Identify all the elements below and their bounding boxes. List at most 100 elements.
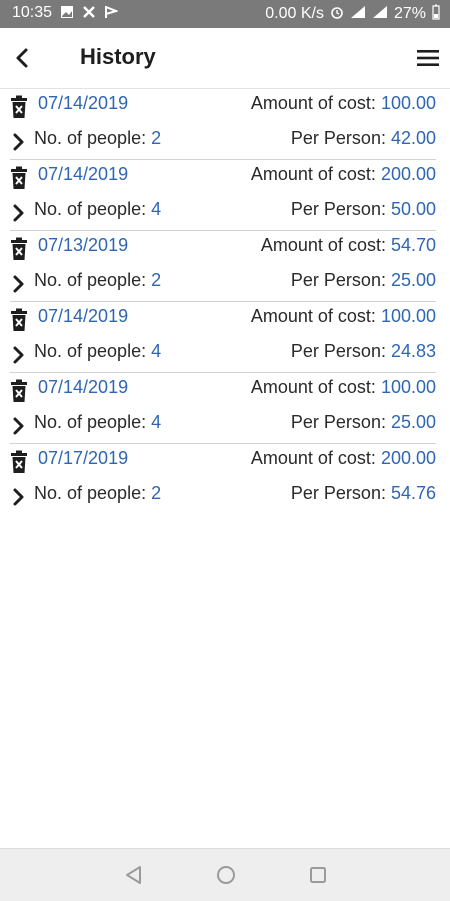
entry-date[interactable]: 07/14/2019	[38, 93, 128, 114]
entry-date[interactable]: 07/17/2019	[38, 448, 128, 469]
trash-icon	[11, 95, 27, 118]
amount-of-cost: Amount of cost: 100.00	[251, 93, 436, 114]
no-of-people-value: 2	[151, 483, 162, 503]
delete-button[interactable]	[10, 379, 30, 403]
nav-recents-button[interactable]	[306, 863, 330, 887]
trash-icon	[11, 379, 27, 402]
no-of-people: No. of people: 2	[34, 483, 161, 504]
delete-button[interactable]	[10, 450, 30, 474]
amount-of-cost: Amount of cost: 100.00	[251, 306, 436, 327]
amount-of-cost-label: Amount of cost:	[250, 306, 381, 326]
page-title: History	[80, 44, 156, 69]
tools-notification-icon	[82, 5, 96, 22]
no-of-people: No. of people: 4	[34, 341, 161, 362]
no-of-people-label: No. of people:	[34, 270, 152, 290]
expand-button[interactable]	[12, 487, 28, 507]
amount-of-cost-value: 100.00	[380, 377, 436, 397]
entry-date[interactable]: 07/14/2019	[38, 377, 128, 398]
circle-home-icon	[217, 866, 235, 884]
amount-of-cost-label: Amount of cost:	[260, 235, 391, 255]
menu-button[interactable]	[412, 42, 444, 74]
entry-top-row: 07/14/2019 Amount of cost: 100.00	[10, 375, 436, 405]
amount-of-cost-label: Amount of cost:	[250, 93, 381, 113]
per-person-value: 24.83	[390, 341, 436, 361]
chevron-right-icon	[13, 346, 24, 364]
expand-button[interactable]	[12, 132, 28, 152]
trash-icon	[11, 450, 27, 473]
history-list: 07/14/2019 Amount of cost: 100.00 No. of…	[0, 89, 450, 514]
chevron-right-icon	[13, 488, 24, 506]
chevron-right-icon	[13, 417, 24, 435]
signal-icon-2	[372, 5, 388, 22]
no-of-people-value: 4	[151, 199, 162, 219]
history-entry: 07/14/2019 Amount of cost: 100.00 No. of…	[10, 302, 436, 373]
system-nav-bar	[0, 848, 450, 901]
amount-of-cost-label: Amount of cost:	[250, 377, 381, 397]
back-arrow-icon	[16, 48, 28, 68]
delete-button[interactable]	[10, 95, 30, 119]
history-entry: 07/13/2019 Amount of cost: 54.70 No. of …	[10, 231, 436, 302]
per-person: Per Person: 54.76	[291, 483, 436, 504]
entry-bottom-row: No. of people: 4 Per Person: 50.00	[10, 197, 436, 227]
amount-of-cost: Amount of cost: 200.00	[251, 448, 436, 469]
amount-of-cost-value: 100.00	[380, 306, 436, 326]
trash-icon	[11, 308, 27, 331]
trash-icon	[11, 237, 27, 260]
delete-button[interactable]	[10, 166, 30, 190]
entry-bottom-row: No. of people: 2 Per Person: 25.00	[10, 268, 436, 298]
entry-top-row: 07/13/2019 Amount of cost: 54.70	[10, 233, 436, 263]
no-of-people-label: No. of people:	[34, 128, 152, 148]
no-of-people-value: 4	[151, 341, 162, 361]
per-person-label: Per Person:	[290, 270, 391, 290]
per-person-label: Per Person:	[290, 341, 391, 361]
amount-of-cost-label: Amount of cost:	[250, 448, 381, 468]
per-person-label: Per Person:	[290, 128, 391, 148]
no-of-people: No. of people: 4	[34, 199, 161, 220]
per-person-value: 42.00	[390, 128, 436, 148]
entry-date[interactable]: 07/13/2019	[38, 235, 128, 256]
no-of-people-label: No. of people:	[34, 483, 152, 503]
chevron-right-icon	[13, 133, 24, 151]
no-of-people: No. of people: 2	[34, 128, 161, 149]
per-person-label: Per Person:	[290, 412, 391, 432]
per-person: Per Person: 24.83	[291, 341, 436, 362]
expand-button[interactable]	[12, 416, 28, 436]
image-notification-icon	[60, 5, 74, 22]
hamburger-menu-icon	[417, 50, 439, 66]
delete-button[interactable]	[10, 308, 30, 332]
entry-top-row: 07/14/2019 Amount of cost: 200.00	[10, 162, 436, 192]
per-person: Per Person: 50.00	[291, 199, 436, 220]
entry-top-row: 07/14/2019 Amount of cost: 100.00	[10, 304, 436, 334]
expand-button[interactable]	[12, 345, 28, 365]
history-entry: 07/17/2019 Amount of cost: 200.00 No. of…	[10, 444, 436, 514]
amount-of-cost-value: 100.00	[380, 93, 436, 113]
entry-date[interactable]: 07/14/2019	[38, 306, 128, 327]
entry-top-row: 07/14/2019 Amount of cost: 100.00	[10, 91, 436, 121]
entry-bottom-row: No. of people: 4 Per Person: 24.83	[10, 339, 436, 369]
no-of-people-label: No. of people:	[34, 199, 152, 219]
per-person-value: 25.00	[390, 270, 436, 290]
no-of-people-value: 4	[151, 412, 162, 432]
nav-back-button[interactable]	[122, 863, 146, 887]
alarm-icon	[330, 5, 344, 22]
expand-button[interactable]	[12, 274, 28, 294]
per-person: Per Person: 25.00	[291, 412, 436, 433]
amount-of-cost: Amount of cost: 200.00	[251, 164, 436, 185]
per-person-label: Per Person:	[290, 199, 391, 219]
no-of-people-value: 2	[151, 270, 162, 290]
battery-percent: 27%	[393, 4, 426, 22]
app-bar: History	[0, 28, 450, 89]
entry-date[interactable]: 07/14/2019	[38, 164, 128, 185]
amount-of-cost-value: 200.00	[380, 448, 436, 468]
per-person-value: 54.76	[390, 483, 436, 503]
no-of-people: No. of people: 2	[34, 270, 161, 291]
delete-button[interactable]	[10, 237, 30, 261]
entry-bottom-row: No. of people: 4 Per Person: 25.00	[10, 410, 436, 440]
battery-icon	[432, 4, 440, 23]
back-button[interactable]	[8, 42, 36, 74]
no-of-people-value: 2	[151, 128, 162, 148]
no-of-people-label: No. of people:	[34, 412, 152, 432]
nav-home-button[interactable]	[214, 863, 238, 887]
expand-button[interactable]	[12, 203, 28, 223]
trash-icon	[11, 166, 27, 189]
